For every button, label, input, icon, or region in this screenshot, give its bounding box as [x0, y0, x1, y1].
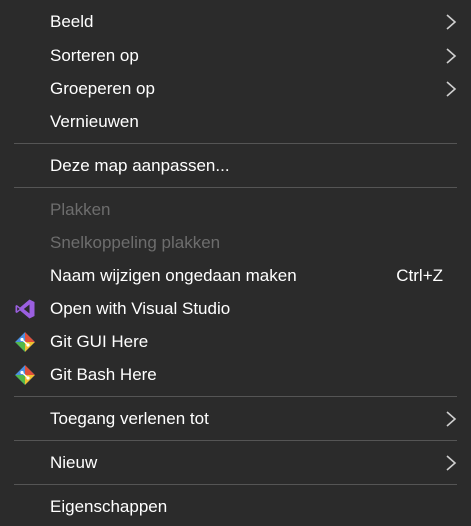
chevron-right-icon	[446, 48, 457, 64]
menu-item-plakken: Plakken	[0, 193, 471, 226]
shortcut-label: Ctrl+Z	[396, 266, 443, 285]
menu-item-eigenschappen[interactable]: Eigenschappen	[0, 490, 471, 523]
git-icon	[15, 332, 35, 352]
menu-item-vernieuwen[interactable]: Vernieuwen	[0, 105, 471, 138]
menu-item-naam-wijzigen[interactable]: Naam wijzigen ongedaan maken Ctrl+Z	[0, 259, 471, 292]
chevron-right-icon	[446, 455, 457, 471]
menu-item-label: Nieuw	[50, 453, 98, 472]
menu-item-label: Open with Visual Studio	[50, 299, 231, 318]
menu-item-label: Plakken	[50, 200, 111, 219]
menu-item-label: Groeperen op	[50, 79, 155, 98]
visual-studio-icon	[15, 299, 35, 319]
menu-item-label: Sorteren op	[50, 46, 139, 65]
menu-item-open-visual-studio[interactable]: Open with Visual Studio	[0, 292, 471, 325]
menu-item-label: Beeld	[50, 12, 94, 31]
menu-item-label: Naam wijzigen ongedaan maken	[50, 266, 297, 285]
menu-item-git-bash[interactable]: Git Bash Here	[0, 358, 471, 391]
chevron-right-icon	[446, 14, 457, 30]
menu-item-sorteren[interactable]: Sorteren op	[0, 39, 471, 72]
context-menu: Beeld Sorteren op Groeperen op Vernieuwe…	[0, 0, 471, 526]
menu-item-git-gui[interactable]: Git GUI Here	[0, 325, 471, 358]
menu-separator	[14, 187, 457, 188]
menu-item-label: Git GUI Here	[50, 332, 149, 351]
menu-item-label: Git Bash Here	[50, 365, 157, 384]
menu-item-map-aanpassen[interactable]: Deze map aanpassen...	[0, 149, 471, 182]
menu-item-groeperen[interactable]: Groeperen op	[0, 72, 471, 105]
menu-item-nieuw[interactable]: Nieuw	[0, 446, 471, 479]
menu-item-label: Vernieuwen	[50, 112, 139, 131]
menu-item-snelkoppeling-plakken: Snelkoppeling plakken	[0, 226, 471, 259]
menu-separator	[14, 440, 457, 441]
menu-separator	[14, 484, 457, 485]
chevron-right-icon	[446, 81, 457, 97]
menu-item-label: Snelkoppeling plakken	[50, 233, 221, 252]
menu-separator	[14, 396, 457, 397]
menu-item-label: Toegang verlenen tot	[50, 409, 209, 428]
menu-item-toegang[interactable]: Toegang verlenen tot	[0, 402, 471, 435]
menu-item-label: Eigenschappen	[50, 497, 168, 516]
chevron-right-icon	[446, 411, 457, 427]
menu-separator	[14, 143, 457, 144]
menu-item-label: Deze map aanpassen...	[50, 156, 230, 175]
menu-item-beeld[interactable]: Beeld	[0, 5, 471, 38]
git-icon	[15, 365, 35, 385]
